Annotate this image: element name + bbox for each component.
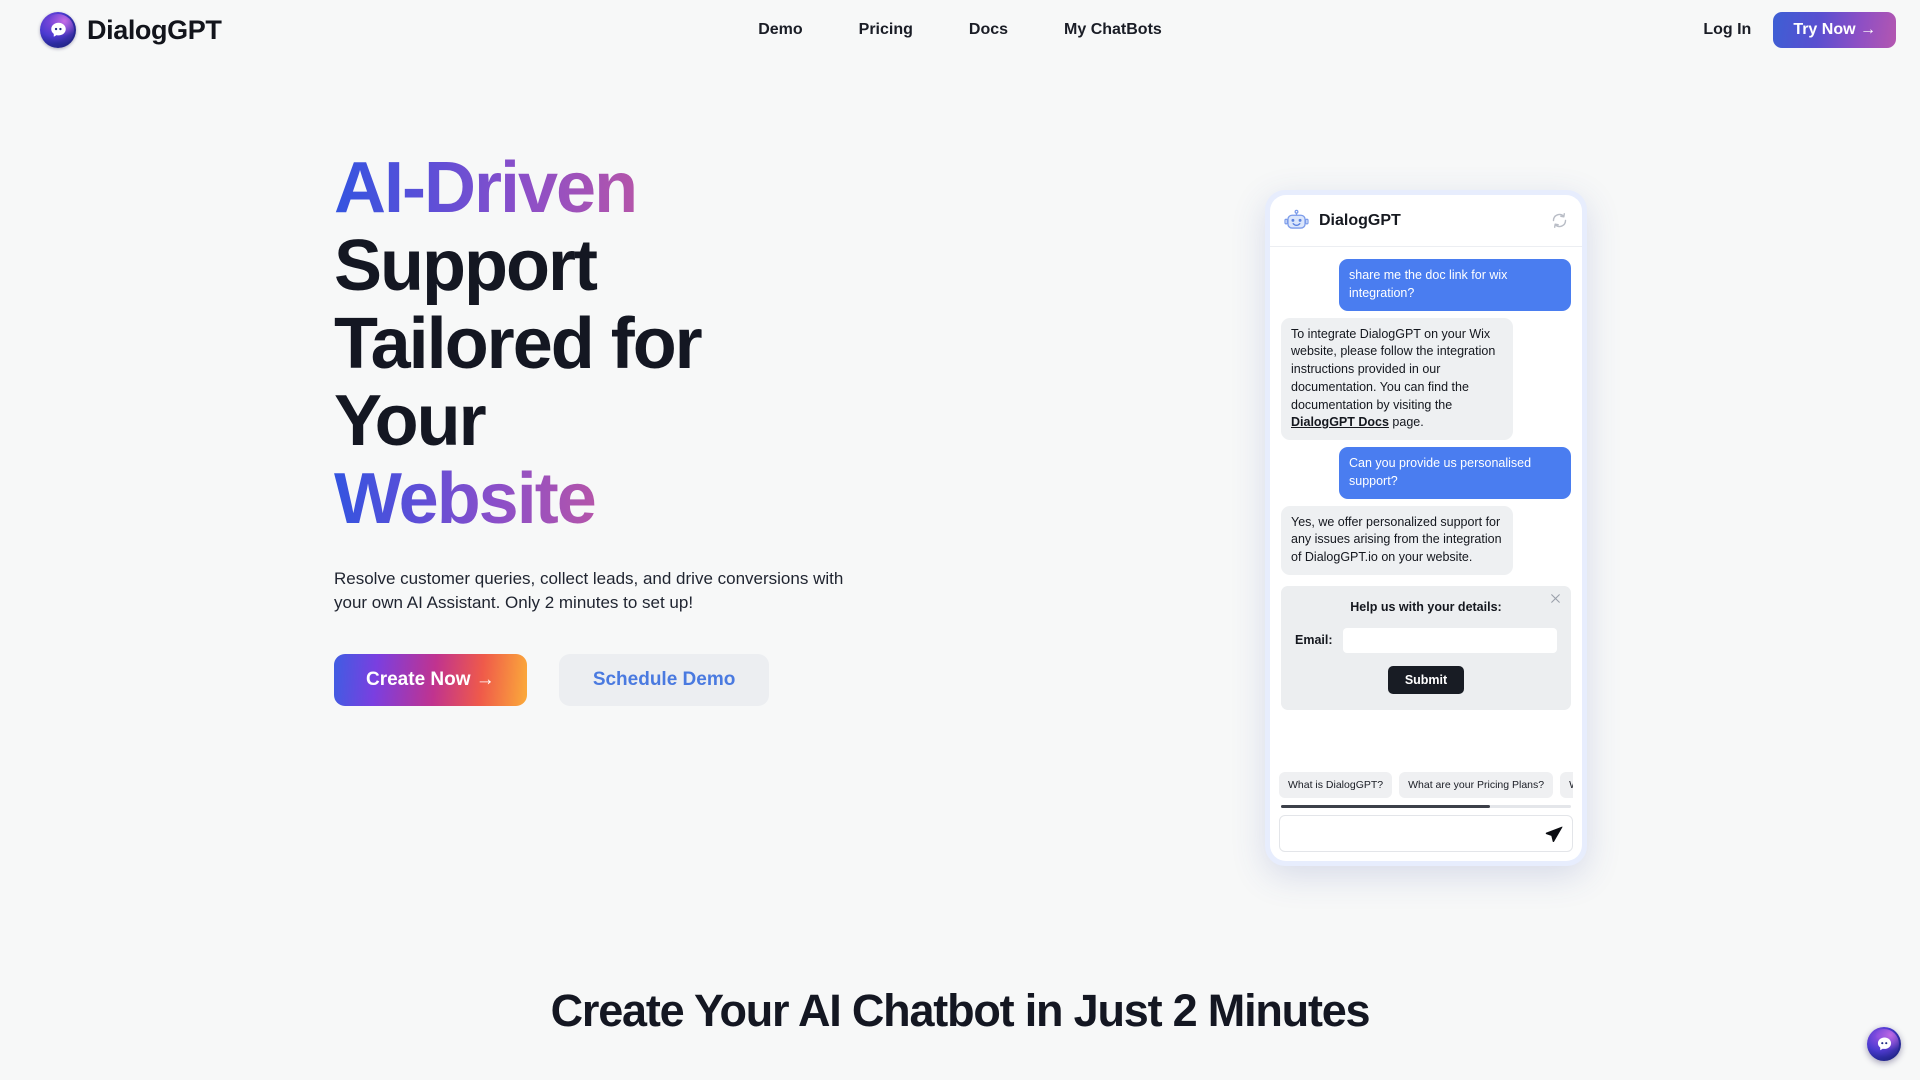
refresh-icon[interactable] [1551,212,1568,229]
hero-title-highlight: AI-Driven [334,148,638,228]
chat-message-list: share me the doc link for wix integratio… [1270,247,1582,772]
try-now-button[interactable]: Try Now → [1773,12,1896,48]
chat-input-row [1279,815,1573,852]
scrollbar-thumb[interactable] [1281,805,1490,808]
chat-widget-footer: What is DialogGPT? What are your Pricing… [1270,772,1582,861]
page-title: AI-Driven Support Tailored for Your Webs… [334,148,860,539]
chat-widget: DialogGPT share me the doc link for wix … [1270,195,1582,861]
login-link[interactable]: Log In [1703,21,1751,39]
quick-reply-chip[interactable]: What is DialogGPT? [1279,772,1393,798]
chat-message-user: Can you provide us personalised support? [1339,447,1571,499]
hero-actions: Create Now → Schedule Demo [334,654,860,707]
hero-title-highlight2: Website [334,459,597,539]
schedule-demo-button[interactable]: Schedule Demo [558,654,770,707]
brand-name: DialogGPT [87,14,222,45]
nav-item-demo[interactable]: Demo [758,21,802,39]
email-field[interactable] [1342,627,1557,653]
chat-widget-title: DialogGPT [1319,211,1401,229]
dialoggpt-docs-link[interactable]: DialogGPT Docs [1291,415,1389,429]
create-now-button[interactable]: Create Now → [334,654,527,707]
brand-logo[interactable]: DialogGPT [40,12,222,48]
email-label: Email: [1295,633,1333,648]
chat-bubble-logo-icon [40,12,76,48]
nav-item-my-chatbots[interactable]: My ChatBots [1064,21,1162,39]
nav-item-pricing[interactable]: Pricing [859,21,913,39]
header-actions: Log In Try Now → [1703,12,1896,48]
chat-widget-header: DialogGPT [1270,195,1582,247]
main-nav: Demo Pricing Docs My ChatBots [758,21,1162,39]
chat-bubble-launcher-icon[interactable] [1867,1027,1901,1061]
bot-message-text-after-link: page. [1388,415,1424,430]
lead-form-row: Email: [1295,627,1557,653]
section-two-title: Create Your AI Chatbot in Just 2 Minutes [550,985,1371,1036]
quick-reply-scrollbar[interactable] [1281,805,1571,808]
hero-title-rest: Support [334,225,598,306]
hero-subtitle: Resolve customer queries, collect leads,… [334,568,844,613]
hero-copy: AI-Driven Support Tailored for Your Webs… [40,148,860,707]
chat-message-bot: Yes, we offer personalized support for a… [1281,505,1513,575]
chat-message-input[interactable] [1290,826,1544,841]
quick-reply-chip[interactable]: Wha [1560,772,1573,798]
section-two: Create Your AI Chatbot in Just 2 Minutes [0,985,1920,1037]
hero-section: AI-Driven Support Tailored for Your Webs… [0,60,1920,866]
robot-avatar-icon [1284,208,1309,233]
quick-reply-list: What is DialogGPT? What are your Pricing… [1279,772,1573,802]
nav-item-docs[interactable]: Docs [969,21,1008,39]
site-header: DialogGPT Demo Pricing Docs My ChatBots … [0,0,1920,60]
lead-form-title: Help us with your details: [1350,599,1502,614]
chat-message-user: share me the doc link for wix integratio… [1339,259,1571,311]
hero-title-line2: Tailored for Your [334,303,703,462]
send-icon[interactable] [1544,824,1564,844]
chat-message-bot: To integrate DialogGPT on your Wix websi… [1281,317,1513,440]
close-icon[interactable] [1549,592,1562,605]
submit-button[interactable]: Submit [1387,665,1465,694]
lead-capture-form: Help us with your details: Email: Submit [1281,585,1571,710]
chat-widget-frame: DialogGPT share me the doc link for wix … [1265,190,1587,866]
quick-reply-chip[interactable]: What are your Pricing Plans? [1399,772,1554,798]
bot-message-text-before-link: To integrate DialogGPT on your Wix websi… [1291,326,1496,412]
